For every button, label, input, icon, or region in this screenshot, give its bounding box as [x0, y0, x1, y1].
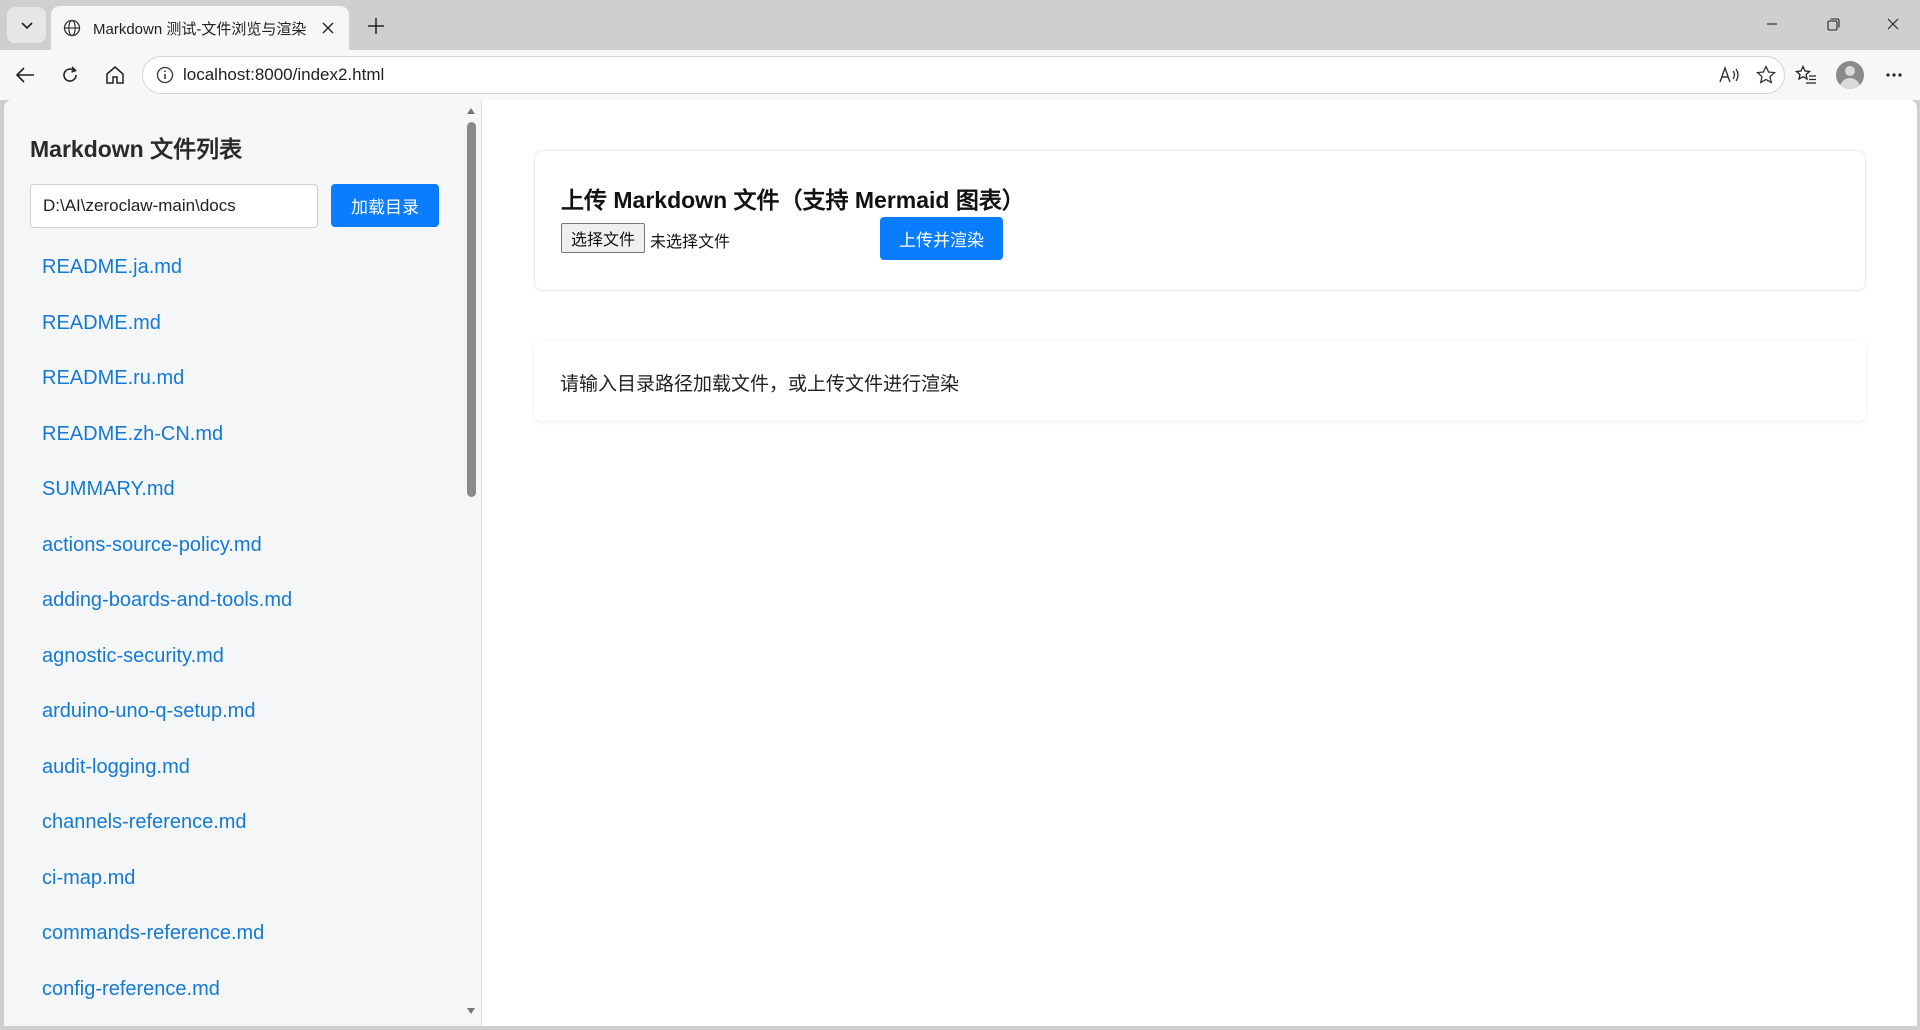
file-list-item: SUMMARY.md	[42, 462, 462, 518]
reload-button[interactable]	[53, 58, 87, 92]
file-link[interactable]: README.zh-CN.md	[42, 423, 223, 446]
choose-file-button[interactable]: 选择文件	[561, 223, 645, 253]
close-icon	[1887, 18, 1899, 30]
sidebar-scrollbar[interactable]	[464, 100, 478, 1026]
file-list-item: audit-logging.md	[42, 740, 462, 796]
new-tab-button[interactable]	[359, 9, 393, 43]
chevron-down-icon	[20, 22, 33, 30]
file-list-item: agnostic-security.md	[42, 629, 462, 685]
file-link[interactable]: actions-source-policy.md	[42, 534, 262, 557]
file-list: README.ja.md README.md README.ru.md README.…	[42, 240, 462, 1017]
more-menu-button[interactable]	[1876, 58, 1912, 92]
file-list-item: commands-reference.md	[42, 906, 462, 962]
sidebar: Markdown 文件列表 加载目录 README.ja.md README.md…	[4, 100, 482, 1026]
info-icon[interactable]	[147, 66, 183, 84]
browser-toolbar: localhost:8000/index2.html	[0, 50, 1920, 100]
no-file-chosen-text: 未选择文件	[650, 234, 731, 251]
file-link[interactable]: adding-boards-and-tools.md	[42, 589, 292, 612]
avatar	[1836, 61, 1864, 89]
file-link[interactable]: SUMMARY.md	[42, 478, 175, 501]
file-link[interactable]: README.ru.md	[42, 367, 184, 390]
file-link[interactable]: commands-reference.md	[42, 922, 264, 945]
file-link[interactable]: agnostic-security.md	[42, 645, 224, 668]
tab-strip: Markdown 测试-文件浏览与渲染	[0, 0, 1920, 50]
scrollbar-thumb[interactable]	[467, 122, 476, 497]
file-link[interactable]: README.md	[42, 312, 161, 335]
file-list-item: channels-reference.md	[42, 795, 462, 851]
file-list-item: ci-map.md	[42, 851, 462, 907]
directory-path-input[interactable]	[30, 184, 318, 228]
upload-title: 上传 Markdown 文件（支持 Mermaid 图表）	[561, 187, 1025, 213]
tab-actions-button[interactable]	[7, 7, 46, 43]
file-link[interactable]: README.ja.md	[42, 256, 182, 279]
minimize-icon	[1767, 23, 1777, 25]
ellipsis-icon	[1886, 73, 1902, 77]
placeholder-message: 请输入目录路径加载文件，或上传文件进行渲染	[560, 374, 960, 395]
render-output-card: 请输入目录路径加载文件，或上传文件进行渲染	[534, 341, 1866, 421]
sidebar-title: Markdown 文件列表	[30, 136, 243, 162]
read-aloud-icon[interactable]	[1712, 58, 1748, 92]
plus-icon	[368, 18, 384, 34]
file-list-item: adding-boards-and-tools.md	[42, 573, 462, 629]
scroll-up-arrow-icon[interactable]	[467, 108, 475, 114]
page-viewport: Markdown 文件列表 加载目录 README.ja.md README.md…	[4, 100, 1917, 1026]
close-window-button[interactable]	[1870, 6, 1916, 42]
refresh-icon	[63, 66, 77, 82]
file-link[interactable]: config-reference.md	[42, 978, 220, 1001]
file-list-item: README.ru.md	[42, 351, 462, 407]
file-list-item: arduino-uno-q-setup.md	[42, 684, 462, 740]
upload-card: 上传 Markdown 文件（支持 Mermaid 图表） 选择文件 未选择文件…	[534, 150, 1866, 291]
main-content: 上传 Markdown 文件（支持 Mermaid 图表） 选择文件 未选择文件…	[483, 100, 1917, 1026]
file-list-item: README.zh-CN.md	[42, 407, 462, 463]
home-button[interactable]	[98, 58, 132, 92]
back-button[interactable]	[8, 58, 42, 92]
file-link[interactable]: ci-map.md	[42, 867, 135, 890]
file-list-item: actions-source-policy.md	[42, 518, 462, 574]
favorites-list-icon	[1795, 65, 1816, 84]
address-bar[interactable]: localhost:8000/index2.html	[142, 56, 1785, 94]
minimize-button[interactable]	[1749, 6, 1795, 42]
profile-button[interactable]	[1832, 58, 1868, 92]
scroll-down-arrow-icon[interactable]	[467, 1008, 475, 1014]
file-link[interactable]: audit-logging.md	[42, 756, 190, 779]
star-icon[interactable]	[1748, 58, 1784, 92]
restore-button[interactable]	[1810, 6, 1856, 42]
file-list-item: config-reference.md	[42, 962, 462, 1018]
load-directory-button[interactable]: 加载目录	[331, 184, 439, 227]
restore-icon	[1826, 17, 1840, 31]
globe-icon	[61, 17, 83, 39]
upload-render-button[interactable]: 上传并渲染	[880, 217, 1003, 260]
home-icon	[106, 66, 124, 84]
file-link[interactable]: arduino-uno-q-setup.md	[42, 700, 255, 723]
arrow-left-icon	[15, 67, 34, 83]
file-list-item: README.ja.md	[42, 240, 462, 296]
url-text: localhost:8000/index2.html	[183, 65, 385, 84]
close-icon[interactable]	[317, 17, 339, 39]
tab-title: Markdown 测试-文件浏览与渲染	[93, 20, 307, 38]
browser-tab[interactable]: Markdown 测试-文件浏览与渲染	[51, 6, 349, 50]
file-link[interactable]: channels-reference.md	[42, 811, 247, 834]
file-list-item: README.md	[42, 296, 462, 352]
favorites-button[interactable]	[1788, 58, 1824, 92]
